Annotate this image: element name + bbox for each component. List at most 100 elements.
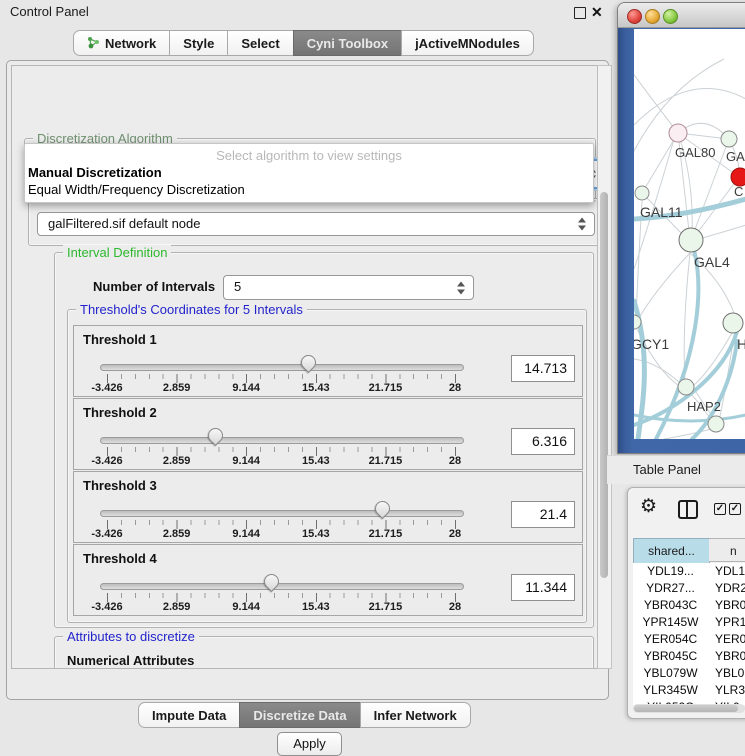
panel-title: Control Panel xyxy=(10,4,89,19)
checkbox-checked-icon[interactable]: ✓ xyxy=(714,503,726,515)
node-hap2 xyxy=(678,379,694,395)
spinner-icon xyxy=(457,281,466,294)
tab-infer-network[interactable]: Infer Network xyxy=(360,702,471,728)
tick-label: 15.43 xyxy=(302,455,330,467)
tab-network[interactable]: Network xyxy=(73,30,170,56)
table-row[interactable]: YBL079WYBL0 xyxy=(633,665,745,682)
apply-button[interactable]: Apply xyxy=(277,732,342,756)
split-columns-icon[interactable] xyxy=(678,500,698,519)
tick-label: 15.43 xyxy=(302,528,330,540)
node-label-gal80: GAL80 xyxy=(675,145,715,160)
network-graph: GAL80 GA C GAL11 GAL4 GCY1 H HAP2 xyxy=(634,29,745,439)
tick-labels: -3.426 2.859 9.144 15.43 21.715 28 xyxy=(107,528,455,540)
threshold-value-field[interactable]: 6.316 xyxy=(511,428,575,455)
bottom-tab-bar: Impute Data Discretize Data Infer Networ… xyxy=(138,702,471,728)
table-row[interactable]: YDR27...YDR2 xyxy=(633,580,745,597)
tick-label: -3.426 xyxy=(91,382,122,394)
group-title: Attributes to discretize xyxy=(63,629,199,644)
node-gal4 xyxy=(679,228,703,252)
node-bottom xyxy=(708,416,724,432)
tick-label: 28 xyxy=(449,601,461,613)
tab-discretize-data[interactable]: Discretize Data xyxy=(239,702,360,728)
threshold-value-field[interactable]: 14.713 xyxy=(511,355,575,382)
tick-label: 9.144 xyxy=(232,455,260,467)
threshold-label: Threshold 2 xyxy=(83,405,157,420)
main-scrollbar[interactable] xyxy=(597,65,612,669)
node-label-gal4: GAL4 xyxy=(694,254,730,270)
cyni-toolbox-panel: Discretization Algorithm Table Data galF… xyxy=(6,60,609,700)
gear-icon[interactable]: ⚙ xyxy=(640,495,657,518)
attributes-group: Attributes to discretize Numerical Attri… xyxy=(54,636,594,669)
threshold-2-panel: Threshold 2 -3.426 2.859 9.144 15.43 21.… xyxy=(73,398,583,470)
node-label-gal11: GAL11 xyxy=(640,204,683,220)
tick-label: 9.144 xyxy=(232,382,260,394)
tick-label: 21.715 xyxy=(369,528,403,540)
tick-label: 15.43 xyxy=(302,382,330,394)
slider-track[interactable] xyxy=(100,437,464,444)
interval-definition-group: Interval Definition Number of Intervals … xyxy=(54,252,594,628)
tab-label: Infer Network xyxy=(374,708,457,723)
tick-label: 28 xyxy=(449,382,461,394)
table-row[interactable]: YLR345WYLR3 xyxy=(633,682,745,699)
group-title: Threshold's Coordinates for 5 Intervals xyxy=(76,302,307,317)
table-row[interactable]: YPR145WYPR1 xyxy=(633,614,745,631)
table-panel-window: ⚙ ✓ ✓ shared... n YDL19...YDL1 YDR27...Y… xyxy=(627,487,745,719)
tab-label: Network xyxy=(105,36,156,51)
zoom-traffic-light-icon[interactable] xyxy=(663,9,678,24)
tab-impute-data[interactable]: Impute Data xyxy=(138,702,240,728)
numerical-attributes-label: Numerical Attributes xyxy=(67,653,194,668)
tick-label: -3.426 xyxy=(91,455,122,467)
threshold-label: Threshold 1 xyxy=(83,332,157,347)
network-icon xyxy=(87,35,100,52)
node-label-hap2: HAP2 xyxy=(687,399,721,414)
float-icon[interactable] xyxy=(574,7,586,19)
node-label-h: H xyxy=(737,336,745,352)
table-rows: YDL19...YDL1 YDR27...YDR2 YBR043CYBR0 YP… xyxy=(633,563,745,705)
node-gal80 xyxy=(669,124,687,142)
column-header-shared-name[interactable]: shared... xyxy=(633,538,710,564)
network-window-titlebar[interactable] xyxy=(618,3,745,28)
num-intervals-label: Number of Intervals xyxy=(93,279,215,294)
close-icon[interactable]: ✕ xyxy=(591,3,603,21)
node-label-c: C xyxy=(734,184,743,199)
tab-jactivemnodules[interactable]: jActiveMNodules xyxy=(401,30,534,56)
tick-label: 2.859 xyxy=(163,601,191,613)
table-row[interactable]: YBR045CYBR0 xyxy=(633,648,745,665)
popup-option-manual-discretization[interactable]: Manual Discretization xyxy=(28,165,162,180)
tab-cyni-toolbox[interactable]: Cyni Toolbox xyxy=(293,30,402,56)
control-panel: Control Panel ✕ Network Style Select Cyn… xyxy=(0,0,612,745)
table-row[interactable]: YER054CYER0 xyxy=(633,631,745,648)
network-window-frame: GAL80 GA C GAL11 GAL4 GCY1 H HAP2 xyxy=(618,28,745,453)
slider-track[interactable] xyxy=(100,510,464,517)
slider-track[interactable] xyxy=(100,583,464,590)
close-traffic-light-icon[interactable] xyxy=(627,9,642,24)
minimize-traffic-light-icon[interactable] xyxy=(645,9,660,24)
tab-select[interactable]: Select xyxy=(227,30,293,56)
combo-value: galFiltered.sif default node xyxy=(48,213,200,235)
table-data-group: Table Data galFiltered.sif default node xyxy=(28,198,598,246)
tick-label: 15.43 xyxy=(302,601,330,613)
table-data-combo[interactable]: galFiltered.sif default node xyxy=(37,212,595,236)
slider-track[interactable] xyxy=(100,364,464,371)
checkbox-checked-icon[interactable]: ✓ xyxy=(729,503,741,515)
table-horizontal-scrollbar[interactable] xyxy=(633,704,745,713)
tick-label: 21.715 xyxy=(369,601,403,613)
tab-label: Cyni Toolbox xyxy=(307,36,388,51)
node-ga xyxy=(721,131,737,147)
tick-labels: -3.426 2.859 9.144 15.43 21.715 28 xyxy=(107,455,455,467)
tick-label: -3.426 xyxy=(91,601,122,613)
node-gal11 xyxy=(635,186,649,200)
column-header-name[interactable]: n xyxy=(709,538,745,562)
tab-label: Select xyxy=(241,36,279,51)
table-row[interactable]: YBR043CYBR0 xyxy=(633,597,745,614)
table-row[interactable]: YDL19...YDL1 xyxy=(633,563,745,580)
threshold-label: Threshold 4 xyxy=(83,551,157,566)
network-canvas[interactable]: GAL80 GA C GAL11 GAL4 GCY1 H HAP2 xyxy=(634,29,745,439)
threshold-value-field[interactable]: 11.344 xyxy=(511,574,575,601)
threshold-value-field[interactable]: 21.4 xyxy=(511,501,575,528)
threshold-label: Threshold 3 xyxy=(83,478,157,493)
popup-option-equal-width-frequency[interactable]: Equal Width/Frequency Discretization xyxy=(28,182,245,197)
num-intervals-combo[interactable]: 5 xyxy=(223,275,474,300)
tab-style[interactable]: Style xyxy=(169,30,228,56)
tick-label: 2.859 xyxy=(163,455,191,467)
